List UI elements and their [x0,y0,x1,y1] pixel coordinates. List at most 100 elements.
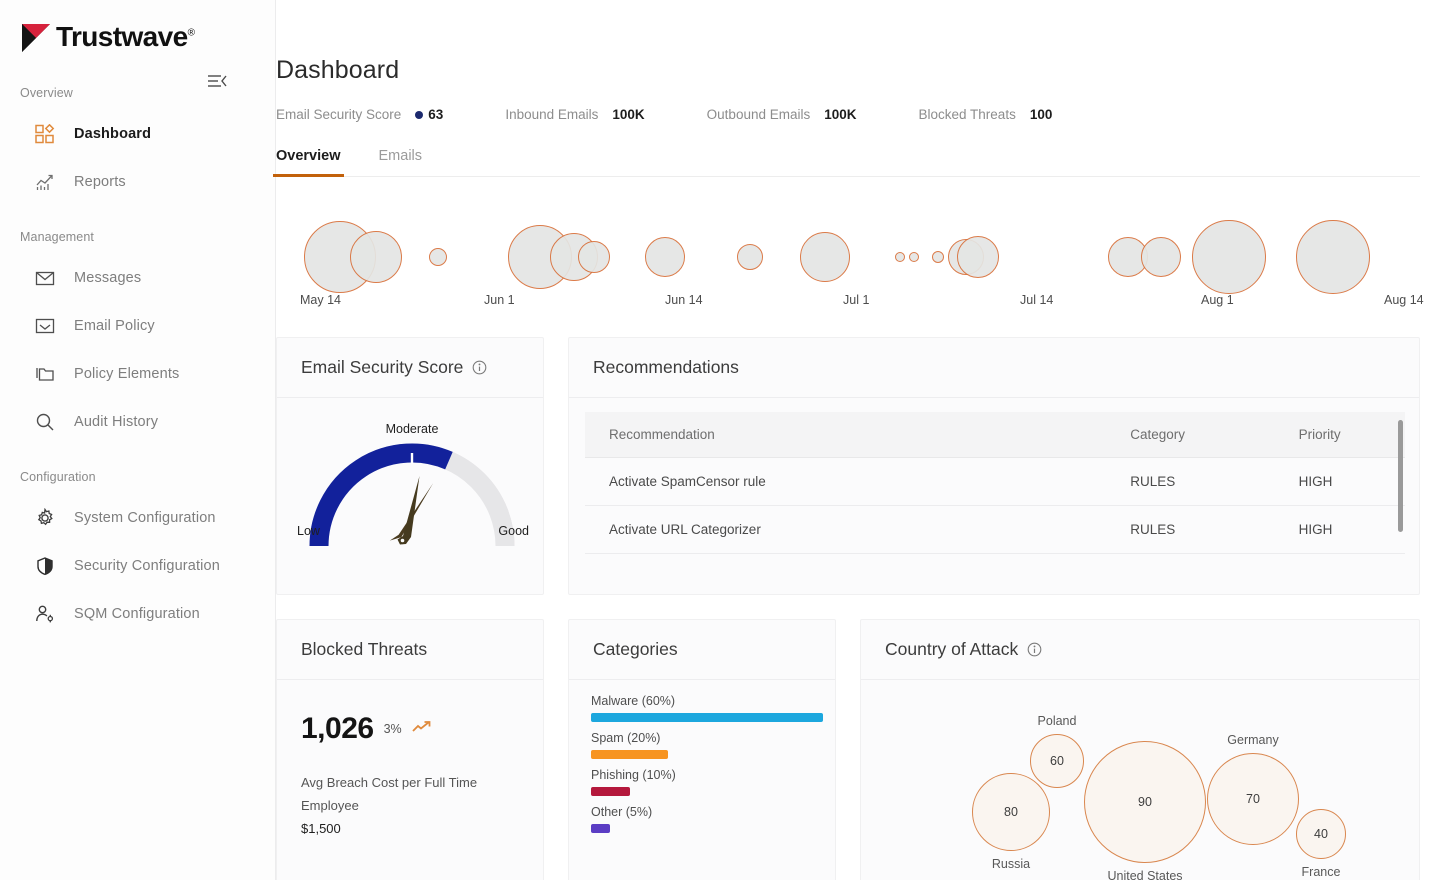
category-label: Other (5%) [591,805,815,819]
tab-overview[interactable]: Overview [276,148,341,176]
blocked-threats-value: 1,026 [301,712,374,746]
kpi-label: Outbound Emails [707,107,811,122]
inbox-icon [34,315,56,337]
sidebar-item-system-configuration[interactable]: System Configuration [0,494,275,542]
country-label: Germany [1227,733,1278,747]
sidebar-item-label: Reports [74,174,126,190]
kpi-label: Blocked Threats [919,107,1016,122]
timeline-bubble[interactable] [1141,237,1181,277]
envelope-icon [34,267,56,289]
card-header: Recommendations [569,338,1419,398]
recommendations-table: Recommendation Category Priority Activat… [585,412,1405,554]
card-body: 80Russia60Poland90United States70Germany… [861,680,1419,880]
tab-emails[interactable]: Emails [379,148,423,176]
card-body: Low Moderate Good [277,398,543,594]
timeline-bubble[interactable] [350,231,402,283]
sidebar-item-dashboard[interactable]: Dashboard [0,110,275,158]
gear-icon [34,507,56,529]
category-label: Spam (20%) [591,731,815,745]
kpi-outbound-emails: Outbound Emails 100K [707,107,857,122]
timeline-tick-label: Aug 14 [1384,293,1424,307]
avg-breach-cost-label: Avg Breach Cost per Full Time Employee [301,772,523,818]
timeline-bubble[interactable] [957,236,999,278]
avg-breach-cost-block: Avg Breach Cost per Full Time Employee $… [297,772,523,840]
kpi-email-security-score: Email Security Score 63 [276,107,443,122]
timeline-bubble[interactable] [909,252,919,262]
cell-category: RULES [1106,506,1274,554]
kpi-blocked-threats: Blocked Threats 100 [919,107,1053,122]
timeline-tick-label: Jul 14 [1020,293,1053,307]
card-body: 1,026 3% Avg Breach Cost per Full Time E… [277,680,543,880]
avg-breach-cost-value: $1,500 [301,818,523,841]
category-item: Other (5%) [589,805,815,833]
sidebar-item-policy-elements[interactable]: Policy Elements [0,350,275,398]
column-header-recommendation[interactable]: Recommendation [585,412,1106,458]
sidebar-item-email-policy[interactable]: Email Policy [0,302,275,350]
sidebar-item-security-configuration[interactable]: Security Configuration [0,542,275,590]
category-item: Spam (20%) [589,731,815,759]
sidebar-section-configuration: Configuration [0,470,275,484]
score-status-dot [415,111,423,119]
card-header: Country of Attack [861,620,1419,680]
timeline-bubble[interactable] [895,252,905,262]
country-bubble[interactable]: 90 [1084,741,1206,863]
user-gear-icon [34,603,56,625]
email-security-score-card: Email Security Score [276,337,544,595]
category-bar[interactable] [591,750,668,759]
dashboard-tabs: Overview Emails [276,148,1420,177]
kpi-label: Email Security Score [276,107,401,122]
brand-name: Trustwave® [56,23,194,51]
info-icon[interactable] [1027,642,1042,657]
blocked-threats-card: Blocked Threats 1,026 3% [276,619,544,880]
card-header: Email Security Score [277,338,543,398]
sidebar-item-messages[interactable]: Messages [0,254,275,302]
column-header-category[interactable]: Category [1106,412,1274,458]
sidebar-item-sqm-configuration[interactable]: SQM Configuration [0,590,275,638]
sidebar-item-label: SQM Configuration [74,606,200,622]
timeline-bubble[interactable] [1192,220,1266,294]
gauge-label-good: Good [498,524,529,538]
kpi-strip: Email Security Score 63 Inbound Emails 1… [276,107,1420,122]
shield-icon [34,555,56,577]
kpi-label: Inbound Emails [505,107,598,122]
category-bar[interactable] [591,713,823,722]
gauge: Low Moderate Good [297,428,527,578]
cell-recommendation: Activate URL Categorizer [585,506,1106,554]
category-label: Malware (60%) [591,694,815,708]
country-label: Poland [1038,714,1077,728]
card-title: Country of Attack [885,639,1018,660]
sidebar-item-reports[interactable]: Reports [0,158,275,206]
sidebar: Trustwave® Overview [0,0,276,880]
collapse-menu-icon[interactable] [205,70,229,92]
timeline-bubble[interactable] [645,237,685,277]
country-label: France [1302,865,1341,879]
column-header-priority[interactable]: Priority [1275,412,1405,458]
timeline-bubble[interactable] [1296,220,1370,294]
sidebar-item-audit-history[interactable]: Audit History [0,398,275,446]
timeline-bubble[interactable] [800,232,850,282]
registered-mark: ® [188,28,195,39]
brand-logo[interactable]: Trustwave® [0,0,275,52]
timeline-bubble[interactable] [429,248,447,266]
country-bubble[interactable]: 70 [1207,753,1299,845]
timeline-bubble[interactable] [578,241,610,273]
table-row[interactable]: Activate SpamCensor rule RULES HIGH [585,458,1405,506]
timeline-bubble[interactable] [932,251,944,263]
info-icon[interactable] [472,360,487,375]
sidebar-item-label: Dashboard [74,126,151,142]
country-bubble[interactable]: 40 [1296,809,1346,859]
card-header: Blocked Threats [277,620,543,680]
country-bubble[interactable]: 60 [1030,734,1084,788]
table-row[interactable]: Activate URL Categorizer RULES HIGH [585,506,1405,554]
kpi-value: 100K [612,107,644,122]
country-bubble[interactable]: 80 [972,773,1050,851]
country-label: Russia [992,857,1030,871]
timeline-bubble[interactable] [737,244,763,270]
sidebar-item-label: Email Policy [74,318,155,334]
vertical-scrollbar[interactable] [1398,420,1403,532]
cell-category: RULES [1106,458,1274,506]
recommendations-card: Recommendations Recommendation Category … [568,337,1420,595]
category-bar[interactable] [591,787,630,796]
sidebar-item-label: Messages [74,270,141,286]
category-bar[interactable] [591,824,610,833]
